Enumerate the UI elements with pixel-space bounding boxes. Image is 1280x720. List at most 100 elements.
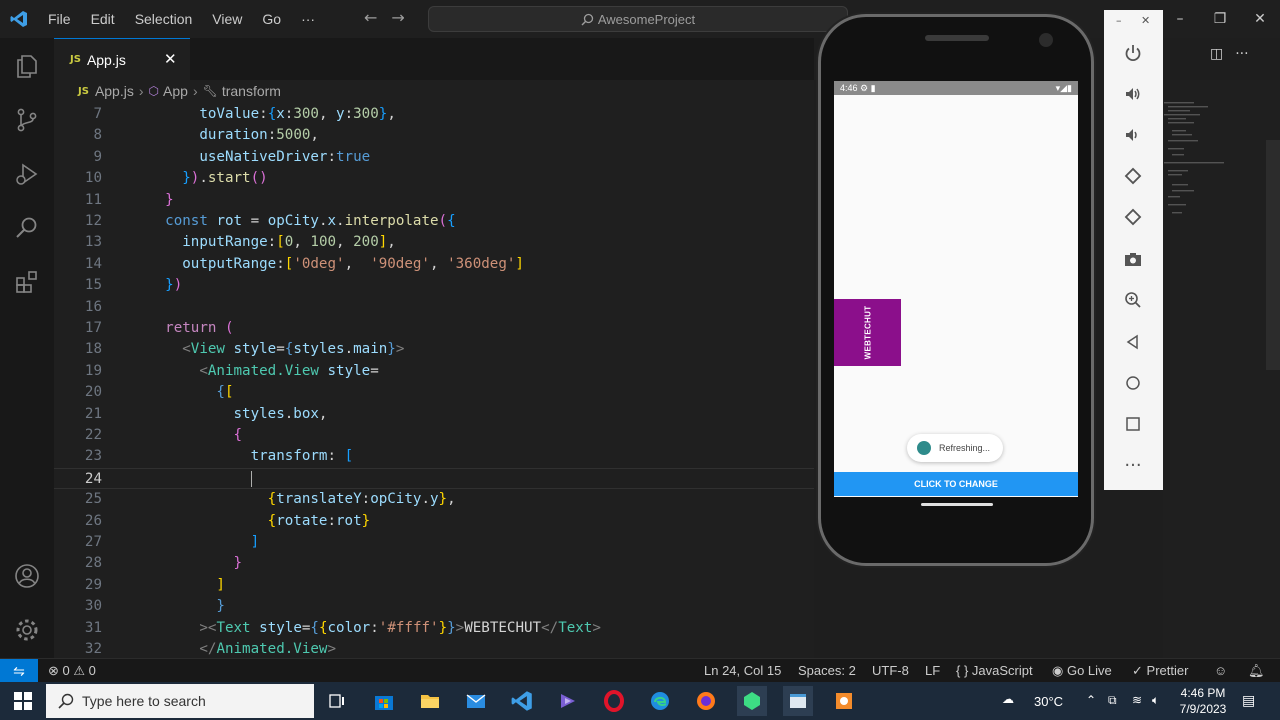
nav-arrows[interactable]: ←→ xyxy=(364,8,419,27)
chevron-up-icon[interactable]: ⌃ xyxy=(1086,693,1096,707)
line-number: 7 xyxy=(93,106,102,122)
menu-more[interactable]: ··· xyxy=(291,11,325,27)
code-line: 26 {rotate:rot} xyxy=(54,511,814,532)
prettier-status[interactable]: ✓ Prettier xyxy=(1132,663,1188,679)
phone-speaker xyxy=(925,35,989,41)
vscode-taskbar-icon[interactable] xyxy=(507,686,537,716)
close-icon[interactable]: ✕ xyxy=(164,50,177,68)
taskbar-search-box[interactable]: Type here to search xyxy=(46,684,314,718)
mail-icon[interactable] xyxy=(461,686,491,716)
edge-icon[interactable] xyxy=(645,686,675,716)
tab-app-js[interactable]: JS App.js ✕ xyxy=(54,38,190,80)
feedback-icon[interactable]: ☺ xyxy=(1214,663,1227,678)
breadcrumb-component[interactable]: App xyxy=(163,83,188,99)
volume-up-icon[interactable] xyxy=(1118,79,1148,109)
end-of-line[interactable]: LF xyxy=(925,663,940,678)
firefox-icon[interactable] xyxy=(691,686,721,716)
breadcrumb-file[interactable]: App.js xyxy=(95,83,134,99)
extensions-icon[interactable] xyxy=(11,266,43,298)
phone-notification-icons: ⚙ ▮ xyxy=(860,83,876,93)
action-center-icon[interactable]: ▤ xyxy=(1242,692,1255,709)
temperature[interactable]: 30°C xyxy=(1034,694,1063,709)
home-gesture-bar[interactable] xyxy=(921,503,993,506)
remote-indicator-icon[interactable]: ⇋ xyxy=(0,659,38,683)
run-debug-icon[interactable] xyxy=(11,158,43,190)
phone-camera xyxy=(1039,33,1053,47)
problems-indicator[interactable]: ⊗ 0 ⚠ 0 xyxy=(48,663,96,679)
code-line: 12 const rot = opCity.x.interpolate({ xyxy=(54,211,814,232)
encoding[interactable]: UTF-8 xyxy=(872,663,909,678)
code-line: 28 } xyxy=(54,553,814,574)
zoom-icon[interactable] xyxy=(1118,285,1148,315)
volume-icon[interactable]: 🔈︎ xyxy=(1152,693,1159,708)
clock-time[interactable]: 4:46 PM xyxy=(1176,686,1230,700)
overview-square-icon[interactable] xyxy=(1118,409,1148,439)
code-line: 22 { xyxy=(54,425,814,446)
android-studio-icon[interactable] xyxy=(737,686,767,716)
notepad-icon[interactable] xyxy=(783,686,813,716)
restore-icon[interactable]: ❐ xyxy=(1200,11,1240,27)
cursor-position[interactable]: Ln 24, Col 15 xyxy=(704,663,781,678)
line-number: 30 xyxy=(84,598,102,615)
phone-screen[interactable]: 4:46 ⚙ ▮ ▾◢▮ WEBTECHUT Refreshing... CLI… xyxy=(834,81,1078,497)
back-triangle-icon[interactable] xyxy=(1118,327,1148,357)
home-circle-icon[interactable] xyxy=(1118,368,1148,398)
camera-screenshot-icon[interactable] xyxy=(1118,244,1148,274)
code-line: 25 {translateY:opCity.y}, xyxy=(54,489,814,510)
opera-icon[interactable] xyxy=(599,686,629,716)
explorer-icon[interactable] xyxy=(11,50,43,82)
menu-go[interactable]: Go xyxy=(252,11,291,27)
close-window-icon[interactable]: ✕ xyxy=(1240,11,1280,27)
search-icon[interactable] xyxy=(11,212,43,244)
line-number: 27 xyxy=(84,534,102,550)
breadcrumb-symbol[interactable]: transform xyxy=(222,83,281,99)
visual-studio-icon[interactable] xyxy=(553,686,583,716)
file-explorer-icon[interactable] xyxy=(415,686,445,716)
warning-count: 0 xyxy=(88,663,96,678)
line-number: 29 xyxy=(84,576,102,593)
task-view-icon[interactable] xyxy=(322,686,352,716)
notifications-bell-icon[interactable]: 🔔︎ xyxy=(1248,663,1265,679)
emulator-app-icon[interactable] xyxy=(829,686,859,716)
rotate-left-icon[interactable] xyxy=(1118,161,1148,191)
cloud-weather-icon: ☁ xyxy=(1002,692,1014,706)
more-options-icon[interactable]: ··· xyxy=(1118,450,1148,480)
volume-down-icon[interactable] xyxy=(1118,120,1148,150)
emulator-close-icon[interactable]: ✕ xyxy=(1141,14,1150,27)
code-line: 15 }) xyxy=(54,275,814,296)
split-editor-icon[interactable]: ◫ xyxy=(1210,46,1223,62)
microsoft-store-icon[interactable] xyxy=(369,686,399,716)
source-control-icon[interactable] xyxy=(11,104,43,136)
indentation[interactable]: Spaces: 2 xyxy=(798,663,856,678)
windows-start-icon[interactable] xyxy=(0,682,46,720)
emulator-minimize-icon[interactable]: – xyxy=(1116,14,1122,27)
code-line: 30 } xyxy=(54,596,814,617)
minimize-icon[interactable]: – xyxy=(1160,11,1200,27)
code-editor[interactable]: 7 toValue:{x:300, y:300}, 8 duration:500… xyxy=(54,102,814,658)
back-arrow-icon[interactable]: ← xyxy=(364,8,391,27)
vertical-scrollbar[interactable] xyxy=(1266,140,1280,370)
line-number: 17 xyxy=(84,320,102,336)
menu-view[interactable]: View xyxy=(202,11,252,27)
account-icon[interactable] xyxy=(11,560,43,592)
go-live-button[interactable]: ◉ Go Live xyxy=(1052,663,1112,679)
menu-file[interactable]: File xyxy=(38,11,81,27)
minimap[interactable] xyxy=(1160,100,1230,230)
command-center[interactable]: AwesomeProject xyxy=(428,6,848,32)
menu-edit[interactable]: Edit xyxy=(81,11,125,27)
clock-date[interactable]: 7/9/2023 xyxy=(1176,702,1230,716)
power-icon[interactable] xyxy=(1118,38,1148,68)
rotate-right-icon[interactable] xyxy=(1118,202,1148,232)
settings-gear-icon[interactable] xyxy=(11,614,43,646)
line-number: 15 xyxy=(84,277,102,294)
language-mode[interactable]: { } JavaScript xyxy=(956,663,1033,678)
code-line: 20 {[ xyxy=(54,382,814,403)
network-icon[interactable]: ⧉ xyxy=(1108,693,1117,708)
click-to-change-button[interactable]: CLICK TO CHANGE xyxy=(834,472,1078,496)
tab-bar: JS App.js ✕ xyxy=(54,38,814,80)
wifi-icon[interactable]: ≋ xyxy=(1132,693,1142,707)
menu-selection[interactable]: Selection xyxy=(125,11,203,27)
chevron-right-icon: › xyxy=(192,83,198,99)
more-actions-icon[interactable]: ··· xyxy=(1235,46,1248,62)
forward-arrow-icon[interactable]: → xyxy=(391,8,418,27)
